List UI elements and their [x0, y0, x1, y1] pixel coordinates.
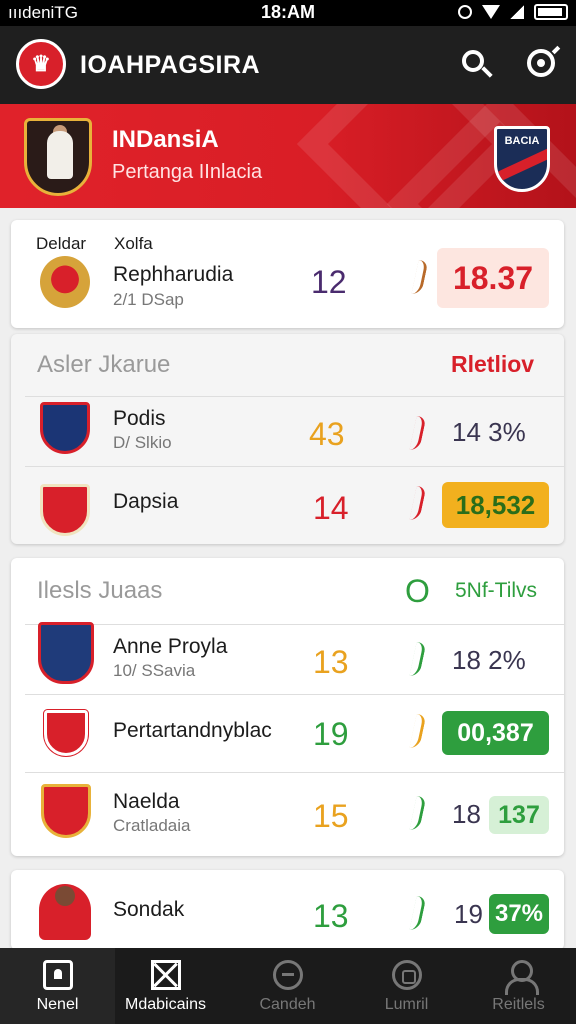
trend-icon	[411, 260, 429, 294]
percentage: 14 3%	[452, 417, 526, 447]
score: 13	[313, 644, 349, 680]
nav-matches[interactable]: Mdabicains	[108, 948, 223, 1024]
fixtures-card: Ilesls Juaas O 5Nf‑Tilvs Anne Proyla 10/…	[11, 558, 564, 856]
section-indicator: O	[405, 573, 430, 609]
nav-label: Lumril	[384, 996, 429, 1013]
player-name: Sondak	[113, 898, 185, 921]
trend-icon	[409, 416, 427, 450]
trend-icon	[409, 796, 427, 830]
team-name: Dapsia	[113, 490, 179, 513]
team-sub: Cratladaia	[113, 816, 191, 835]
standings-card: Asler Jkarue Rletliov Podis D/ Slkio 43 …	[11, 334, 564, 544]
field-icon	[151, 960, 181, 990]
status-icons	[458, 4, 568, 20]
score: 19	[313, 716, 349, 752]
team-name: Podis	[113, 407, 166, 430]
clock-icon	[273, 960, 303, 990]
featured-value-badge[interactable]: 18.37	[437, 248, 549, 308]
signal-icon	[510, 5, 524, 19]
app-logo[interactable]: ♛	[16, 39, 66, 89]
user-icon	[504, 960, 539, 995]
trend-icon	[409, 486, 427, 520]
featured-label-left: Deldar	[36, 234, 87, 253]
trend-icon	[409, 896, 427, 930]
team-name: Anne Proyla	[113, 635, 228, 658]
player-avatar	[39, 884, 91, 940]
nav-label: Mdabicains	[125, 996, 206, 1013]
team-crest	[40, 402, 90, 454]
team-crest	[24, 118, 92, 196]
featured-label-right: Xolfa	[114, 234, 153, 253]
score: 14	[313, 490, 349, 526]
featured-team-sub: 2/1 DSap	[113, 290, 184, 309]
score: 15	[313, 798, 349, 834]
wifi-icon	[482, 5, 500, 19]
team-sub: D/ Slkio	[113, 433, 172, 452]
team-name: Naelda	[113, 790, 180, 813]
player-card[interactable]: Sondak 13 19 37%	[11, 870, 564, 950]
nav-profile[interactable]: Reitlels	[461, 948, 576, 1024]
player-crest	[41, 784, 91, 838]
team-name: Pertartandnyblac	[113, 719, 272, 742]
home-icon	[43, 960, 73, 990]
percentage: 19	[454, 899, 483, 929]
featured-score: 12	[311, 264, 347, 300]
app-title: IOAHPAGSIRA	[80, 51, 261, 79]
section-action-link[interactable]: 5Nf‑Tilvs	[455, 579, 537, 603]
score: 13	[313, 898, 349, 934]
bottom-navigation: Nenel Mdabicains Candeh Lumril Reitlels	[0, 948, 576, 1024]
value-badge[interactable]: 37%	[489, 894, 549, 934]
section-title: Asler Jkarue	[37, 351, 171, 378]
nav-label: Reitlels	[492, 996, 545, 1013]
nav-home[interactable]: Nenel	[0, 948, 115, 1024]
value-badge[interactable]: 00,387	[442, 711, 549, 755]
percentage: 18	[452, 799, 481, 829]
score: 43	[309, 416, 345, 452]
battery-icon	[534, 4, 568, 20]
percentage: 18 2%	[452, 645, 526, 675]
nav-label: Candeh	[259, 996, 316, 1013]
value-badge[interactable]: 18,532	[442, 482, 549, 528]
trend-icon	[409, 642, 427, 676]
scan-button[interactable]	[524, 45, 561, 82]
hero-title: INDansiA	[112, 126, 219, 153]
featured-match-card[interactable]: Deldar Xolfa Rephharudia 2/1 DSap 12 18.…	[11, 220, 564, 328]
team-crest	[40, 484, 90, 536]
nav-label: Nenel	[36, 996, 79, 1013]
value-badge[interactable]: 137	[489, 796, 549, 834]
trend-icon	[409, 714, 427, 748]
nav-league[interactable]: Lumril	[349, 948, 464, 1024]
section-action-link[interactable]: Rletliov	[451, 351, 534, 378]
opponent-crest: BACIA	[494, 126, 550, 192]
hero-subtitle: Pertanga IInlacia	[112, 161, 263, 183]
team-crest	[44, 710, 88, 756]
nav-schedule[interactable]: Candeh	[230, 948, 345, 1024]
location-icon	[458, 5, 472, 19]
section-title: Ilesls Juaas	[37, 577, 163, 604]
featured-team-name: Rephharudia	[113, 263, 234, 286]
team-crest	[38, 622, 94, 684]
team-sub: 10/ SSavia	[113, 661, 196, 680]
ball-icon	[392, 960, 422, 990]
team-crest	[40, 256, 90, 308]
status-bar: ıııdeniTG 18:AM	[0, 0, 576, 26]
opponent-crest-label: BACIA	[504, 135, 540, 147]
app-bar: ♛ IOAHPAGSIRA	[0, 26, 576, 104]
hero-banner[interactable]: INDansiA Pertanga IInlacia BACIA	[0, 104, 576, 208]
search-button[interactable]	[458, 46, 494, 82]
